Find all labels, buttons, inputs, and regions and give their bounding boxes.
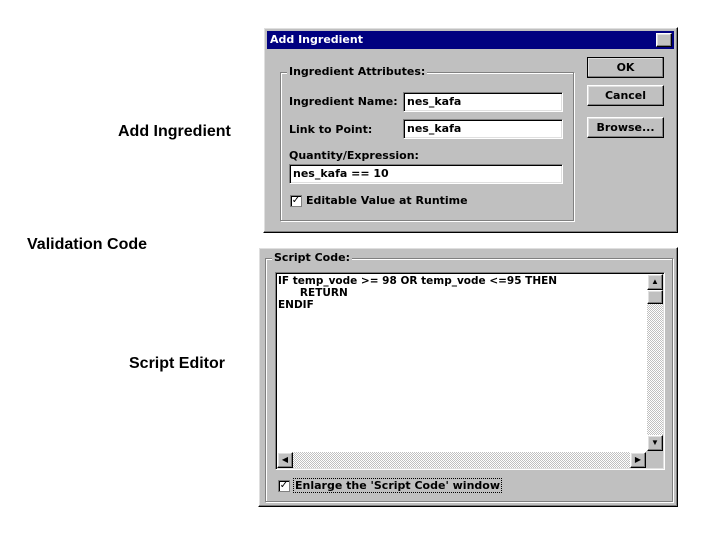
ingredient-name-label: Ingredient Name: bbox=[289, 95, 398, 108]
ingredient-attributes-legend: Ingredient Attributes: bbox=[287, 65, 428, 78]
checkmark-icon: ✓ bbox=[279, 480, 289, 491]
scroll-up-button[interactable]: ▲ bbox=[647, 274, 663, 290]
script-code-textarea[interactable]: IF temp_vode >= 98 OR temp_vode <=95 THE… bbox=[275, 272, 665, 470]
link-to-point-input[interactable]: nes_kafa bbox=[403, 119, 563, 139]
ok-button-label: OK bbox=[616, 61, 635, 74]
editable-runtime-label: Editable Value at Runtime bbox=[306, 194, 468, 207]
checkmark-icon: ✓ bbox=[291, 195, 301, 206]
scroll-down-icon: ▼ bbox=[651, 438, 659, 447]
script-editor-panel: Script Code: IF temp_vode >= 98 OR temp_… bbox=[258, 247, 678, 507]
add-ingredient-dialog: Add Ingredient Ingredient Attributes: In… bbox=[263, 27, 678, 233]
scroll-left-button[interactable]: ◀ bbox=[277, 452, 293, 468]
enlarge-script-checkbox[interactable]: ✓ bbox=[278, 480, 290, 492]
dialog-title: Add Ingredient bbox=[270, 33, 363, 46]
ok-button[interactable]: OK bbox=[587, 57, 664, 78]
script-code-legend: Script Code: bbox=[272, 251, 352, 264]
quantity-expression-label: Quantity/Expression: bbox=[289, 149, 419, 162]
enlarge-script-label: Enlarge the 'Script Code' window bbox=[293, 478, 502, 493]
quantity-expression-input[interactable]: nes_kafa == 10 bbox=[289, 164, 563, 184]
dialog-titlebar[interactable]: Add Ingredient bbox=[267, 31, 674, 49]
vertical-scroll-thumb[interactable] bbox=[647, 290, 663, 304]
ingredient-name-value: nes_kafa bbox=[407, 95, 462, 108]
ingredient-name-input[interactable]: nes_kafa bbox=[403, 92, 563, 112]
cancel-button[interactable]: Cancel bbox=[587, 85, 664, 106]
ingredient-attributes-group: Ingredient Attributes: Ingredient Name: … bbox=[280, 65, 574, 221]
validation-code-caption: Validation Code bbox=[27, 236, 148, 253]
browse-button[interactable]: Browse... bbox=[587, 117, 664, 138]
link-to-point-label: Link to Point: bbox=[289, 123, 373, 136]
script-code-text: IF temp_vode >= 98 OR temp_vode <=95 THE… bbox=[278, 275, 558, 311]
scroll-right-icon: ▶ bbox=[634, 455, 642, 464]
scroll-up-icon: ▲ bbox=[651, 277, 659, 286]
close-button[interactable] bbox=[656, 33, 672, 47]
editable-runtime-checkbox[interactable]: ✓ bbox=[290, 195, 302, 207]
vertical-scrollbar[interactable]: ▲ ▼ bbox=[647, 274, 663, 451]
scroll-left-icon: ◀ bbox=[281, 455, 289, 464]
scroll-right-button[interactable]: ▶ bbox=[630, 452, 646, 468]
add-ingredient-caption: Add Ingredient bbox=[118, 123, 231, 140]
browse-button-label: Browse... bbox=[596, 121, 655, 134]
scroll-down-button[interactable]: ▼ bbox=[647, 435, 663, 451]
script-editor-caption: Script Editor bbox=[129, 355, 226, 372]
cancel-button-label: Cancel bbox=[604, 89, 647, 102]
scrollbar-corner bbox=[646, 451, 663, 468]
link-to-point-value: nes_kafa bbox=[407, 122, 462, 135]
horizontal-scrollbar[interactable]: ◀ ▶ bbox=[277, 452, 646, 468]
quantity-expression-value: nes_kafa == 10 bbox=[293, 167, 389, 180]
